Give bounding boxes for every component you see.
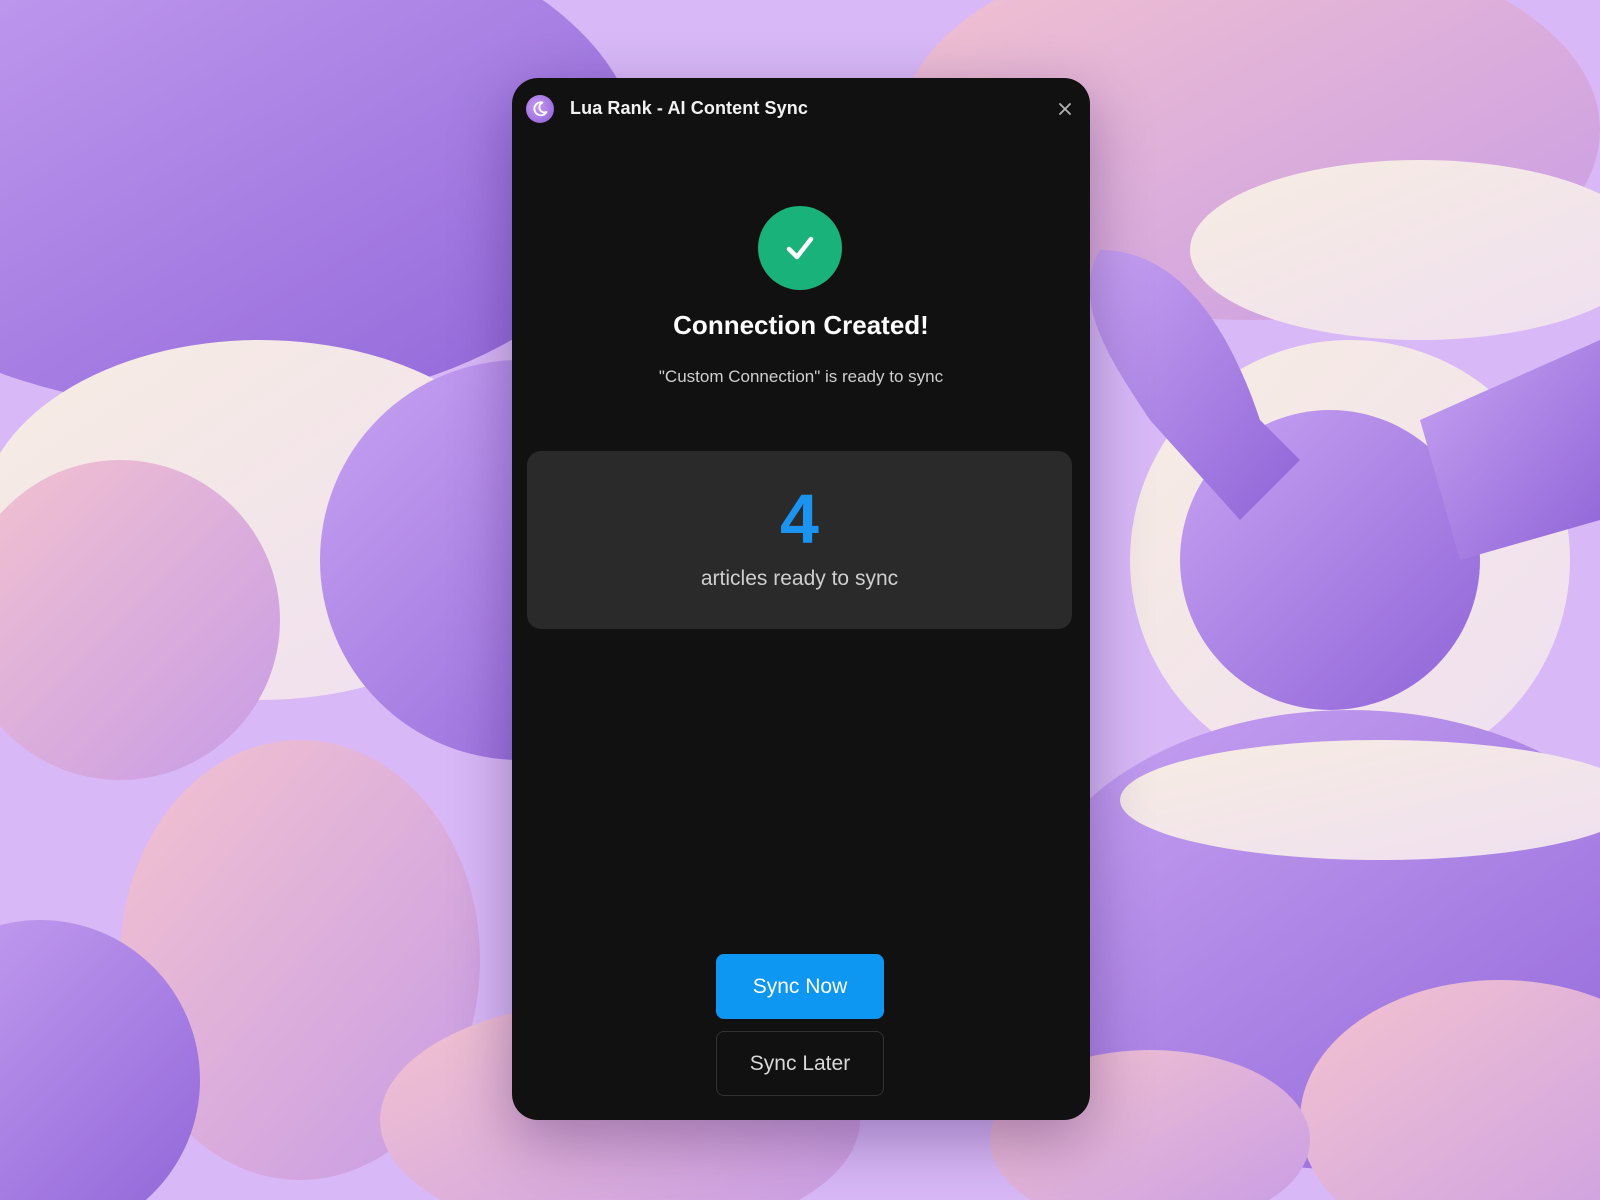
articles-count-card: 4 articles ready to sync — [527, 451, 1072, 629]
sync-later-button[interactable]: Sync Later — [716, 1031, 884, 1096]
sync-dialog-window: Lua Rank - AI Content Sync Connection Cr… — [512, 78, 1090, 1120]
window-title: Lua Rank - AI Content Sync — [570, 98, 808, 118]
success-heading: Connection Created! — [673, 310, 929, 340]
success-badge — [758, 206, 842, 290]
title-bar: Lua Rank - AI Content Sync — [512, 78, 1090, 142]
articles-count: 4 — [780, 480, 819, 558]
articles-count-label: articles ready to sync — [700, 567, 899, 590]
connection-status-text: "Custom Connection" is ready to sync — [658, 367, 944, 386]
sync-now-button[interactable]: Sync Now — [716, 954, 884, 1019]
checkmark-icon — [786, 236, 814, 260]
close-button[interactable] — [1050, 94, 1080, 124]
crescent-moon-icon — [526, 95, 554, 123]
close-icon — [1059, 103, 1071, 115]
